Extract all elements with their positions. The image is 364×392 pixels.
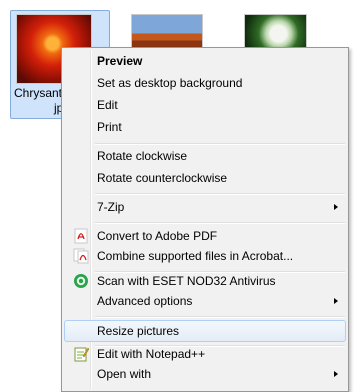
context-menu: Preview Set as desktop background Edit P… bbox=[61, 47, 349, 392]
notepad-plus-plus-icon bbox=[74, 347, 89, 362]
menu-item-label: Rotate counterclockwise bbox=[97, 171, 228, 185]
submenu-arrow-icon bbox=[334, 204, 338, 210]
menu-item-edit[interactable]: Edit bbox=[64, 94, 346, 116]
menu-item-label: Print bbox=[97, 120, 122, 134]
menu-item-label: Edit bbox=[97, 98, 118, 112]
menu-item-print[interactable]: Print bbox=[64, 116, 346, 138]
menu-item-label: Resize pictures bbox=[97, 324, 180, 338]
menu-item-convert-to-adobe-pdf[interactable]: Convert to Adobe PDF bbox=[64, 225, 346, 247]
menu-item-label: 7-Zip bbox=[97, 200, 125, 214]
menu-item-label: Combine supported files in Acrobat... bbox=[97, 249, 294, 263]
pdf-combine-icon bbox=[73, 248, 89, 264]
eset-nod32-icon bbox=[74, 274, 88, 288]
menu-item-open-with[interactable]: Open with bbox=[64, 363, 346, 385]
menu-separator bbox=[95, 316, 345, 318]
submenu-arrow-icon bbox=[334, 371, 338, 377]
menu-item-edit-with-notepad-plus-plus[interactable]: Edit with Notepad++ bbox=[64, 343, 346, 365]
menu-item-combine-in-acrobat[interactable]: Combine supported files in Acrobat... bbox=[64, 245, 346, 267]
menu-item-resize-pictures[interactable]: Resize pictures bbox=[64, 320, 346, 342]
pdf-icon bbox=[74, 228, 88, 244]
menu-item-label: Edit with Notepad++ bbox=[97, 347, 206, 361]
hydrangeas-thumbnail[interactable] bbox=[244, 14, 307, 50]
menu-item-rotate-clockwise[interactable]: Rotate clockwise bbox=[64, 145, 346, 167]
menu-item-advanced-options[interactable]: Advanced options bbox=[64, 290, 346, 312]
desert-thumbnail[interactable] bbox=[131, 14, 203, 50]
menu-item-label: Advanced options bbox=[97, 294, 193, 308]
menu-item-label: Scan with ESET NOD32 Antivirus bbox=[97, 274, 276, 288]
menu-item-label: Set as desktop background bbox=[97, 76, 243, 90]
menu-item-preview[interactable]: Preview bbox=[64, 50, 346, 72]
menu-item-label: Preview bbox=[97, 54, 143, 68]
menu-item-7zip[interactable]: 7-Zip bbox=[64, 196, 346, 218]
menu-separator bbox=[95, 193, 345, 195]
menu-separator bbox=[95, 222, 345, 224]
menu-item-label: Open with bbox=[97, 367, 152, 381]
menu-item-label: Convert to Adobe PDF bbox=[97, 229, 218, 243]
submenu-arrow-icon bbox=[334, 298, 338, 304]
menu-item-set-desktop-background[interactable]: Set as desktop background bbox=[64, 72, 346, 94]
menu-item-label: Rotate clockwise bbox=[97, 149, 188, 163]
menu-item-scan-eset[interactable]: Scan with ESET NOD32 Antivirus bbox=[64, 270, 346, 292]
menu-item-rotate-counterclockwise[interactable]: Rotate counterclockwise bbox=[64, 167, 346, 189]
